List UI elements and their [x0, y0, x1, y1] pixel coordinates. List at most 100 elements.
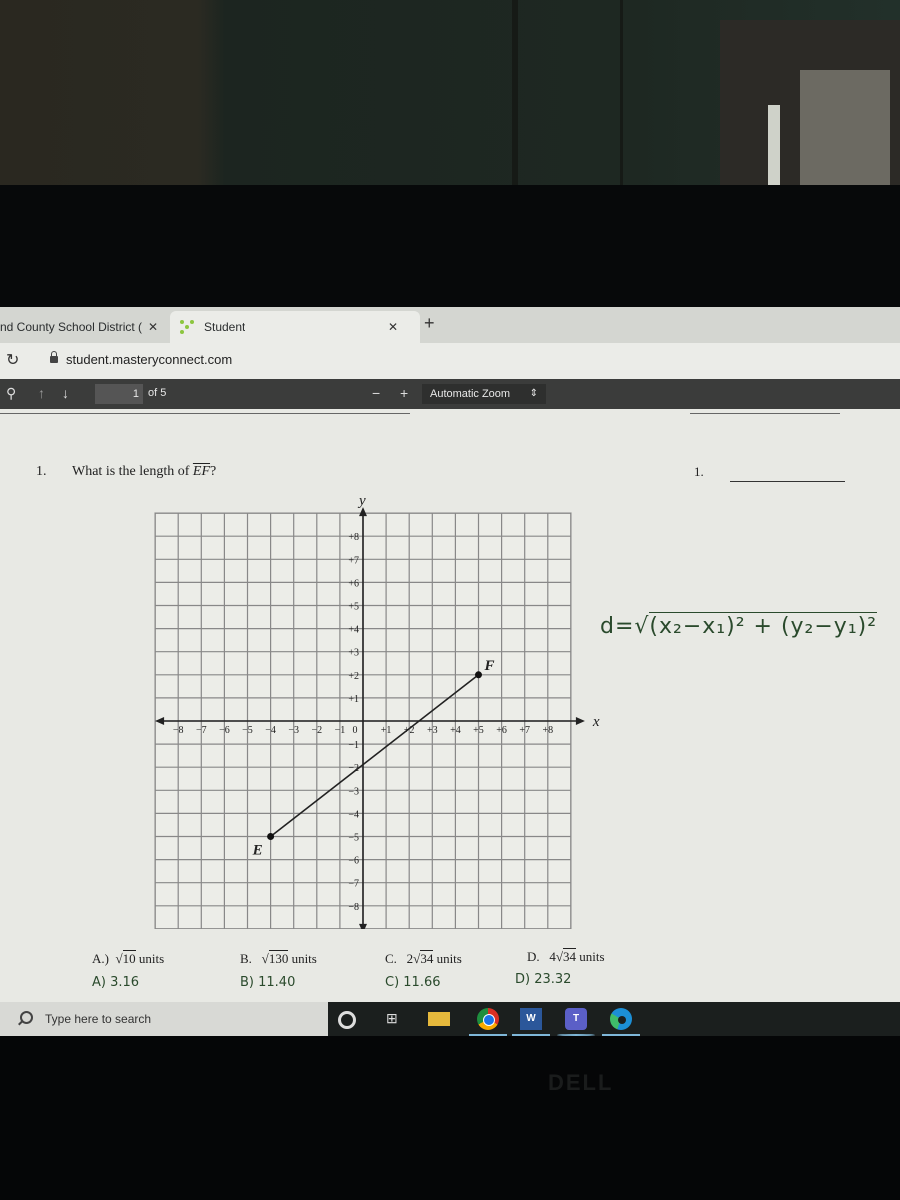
select-arrows-icon: ⇕	[529, 388, 538, 399]
handwritten-answer-b: B) 11.40	[240, 975, 296, 990]
x-tick-label: +4	[450, 725, 461, 736]
x-tick-label: +3	[427, 725, 438, 736]
y-tick-label: −4	[348, 809, 359, 820]
x-tick-label: −7	[196, 725, 207, 736]
chrome-icon[interactable]	[469, 1008, 507, 1036]
units-label: units	[291, 951, 317, 966]
option-letter: C.	[385, 951, 397, 966]
zoom-select[interactable]: Automatic Zoom ⇕	[422, 384, 546, 404]
y-tick-label: −8	[348, 902, 359, 913]
point-e	[267, 833, 275, 840]
file-explorer-icon[interactable]	[428, 1012, 450, 1026]
radicand: 130	[268, 950, 289, 966]
edge-icon[interactable]	[602, 1008, 640, 1036]
zoom-select-value: Automatic Zoom	[430, 388, 511, 400]
windows-taskbar: Type here to search ⊞ W T	[0, 1002, 900, 1036]
y-tick-label: −1	[348, 740, 359, 751]
y-tick-label: +4	[348, 625, 359, 636]
x-tick-label: +8	[542, 725, 553, 736]
radicand: 34	[420, 950, 434, 966]
next-page-arrow-icon[interactable]: ↓	[62, 385, 69, 401]
background-object	[620, 0, 623, 185]
address-bar: ↻ student.masteryconnect.com	[0, 343, 900, 379]
handwritten-answer-c: C) 11.66	[385, 975, 441, 990]
page-number-input[interactable]: 1	[95, 384, 143, 404]
option-letter: D.	[527, 949, 540, 964]
handwritten-distance-formula: d=√(x₂−x₁)² + (y₂−y₁)²	[600, 612, 878, 639]
background-room	[0, 0, 900, 185]
word-icon[interactable]: W	[512, 1008, 550, 1036]
y-tick-label: −3	[348, 786, 359, 797]
y-tick-label: +8	[348, 532, 359, 543]
tab-title: Student	[204, 320, 246, 334]
point-label-e: E	[252, 843, 263, 859]
x-tick-label: +5	[473, 725, 484, 736]
monitor-bezel	[0, 185, 900, 307]
close-icon[interactable]: ✕	[148, 320, 158, 334]
zoom-out-button[interactable]: −	[372, 385, 380, 401]
units-label: units	[579, 949, 605, 964]
zoom-in-button[interactable]: +	[400, 385, 408, 401]
y-tick-label: +7	[348, 555, 359, 566]
x-tick-label: +1	[381, 725, 392, 736]
x-tick-label: −2	[311, 725, 322, 736]
cortana-icon[interactable]	[338, 1011, 356, 1029]
dell-logo: DELL	[548, 1070, 614, 1095]
radicand: 10	[122, 950, 136, 966]
coefficient: 4	[549, 949, 556, 964]
y-tick-label: +1	[348, 694, 359, 705]
reload-icon[interactable]: ↻	[6, 350, 19, 370]
teams-icon[interactable]: T	[557, 1008, 595, 1036]
x-tick-label: −1	[335, 725, 346, 736]
option-a[interactable]: A.) √10 units	[92, 950, 165, 967]
search-placeholder: Type here to search	[45, 1012, 152, 1026]
close-icon[interactable]: ✕	[388, 320, 398, 334]
y-axis-label: y	[357, 493, 366, 509]
coefficient: 2	[406, 951, 414, 966]
y-tick-label: −7	[348, 879, 359, 890]
x-axis-label: x	[592, 714, 600, 730]
tab-student[interactable]: Student ✕	[170, 311, 420, 343]
task-view-icon[interactable]: ⊞	[386, 1010, 408, 1032]
previous-page-arrow-icon[interactable]: ↑	[38, 385, 45, 401]
units-label: units	[436, 951, 462, 966]
page-total-label: of 5	[148, 387, 167, 399]
option-letter: B.	[240, 951, 252, 966]
y-tick-label: +5	[348, 602, 359, 613]
x-tick-label: −6	[219, 725, 230, 736]
x-tick-label: +7	[519, 725, 530, 736]
taskbar-search-box[interactable]: Type here to search	[0, 1002, 328, 1036]
x-tick-label: −5	[242, 725, 253, 736]
handwritten-answer-a: A) 3.16	[92, 975, 140, 990]
units-label: units	[138, 951, 165, 966]
option-letter: A.)	[92, 951, 109, 966]
masteryconnect-favicon-icon	[180, 320, 196, 334]
x-axis-arrow-right	[575, 717, 585, 725]
x-tick-label: 0	[353, 725, 358, 736]
new-tab-plus-icon[interactable]: +	[424, 313, 435, 334]
background-picture-frame	[720, 20, 900, 185]
tab-bar: nd County School District ( ✕ Student ✕ …	[0, 307, 900, 343]
y-tick-label: +2	[348, 671, 359, 682]
background-object	[512, 0, 518, 185]
y-tick-label: −6	[348, 856, 359, 867]
option-d[interactable]: D. 4√34 units	[527, 948, 605, 965]
pdf-page: 1. What is the length of EF? 1. x y −8 −7 −6…	[0, 409, 900, 1002]
x-tick-label: −3	[288, 725, 299, 736]
option-c[interactable]: C. 2√34 units	[385, 950, 462, 967]
tab-title: nd County School District (	[0, 320, 143, 334]
lock-icon	[50, 351, 58, 363]
url-field[interactable]: student.masteryconnect.com	[66, 352, 232, 367]
x-tick-label: −4	[265, 725, 276, 736]
search-icon	[20, 1011, 33, 1024]
screen: nd County School District ( ✕ Student ✕ …	[0, 307, 900, 1002]
search-icon[interactable]: ⚲	[6, 385, 16, 402]
tab-school-district[interactable]: nd County School District ( ✕	[0, 311, 170, 343]
handwritten-answer-d: D) 23.32	[515, 972, 572, 987]
x-tick-label: +6	[496, 725, 507, 736]
point-f	[475, 671, 482, 679]
y-tick-label: +3	[348, 648, 359, 659]
option-b[interactable]: B. √130 units	[240, 950, 317, 967]
x-tick-label: −8	[173, 725, 184, 736]
pdf-toolbar: ⚲ ↑ ↓ 1 of 5 − + Automatic Zoom ⇕	[0, 379, 900, 409]
